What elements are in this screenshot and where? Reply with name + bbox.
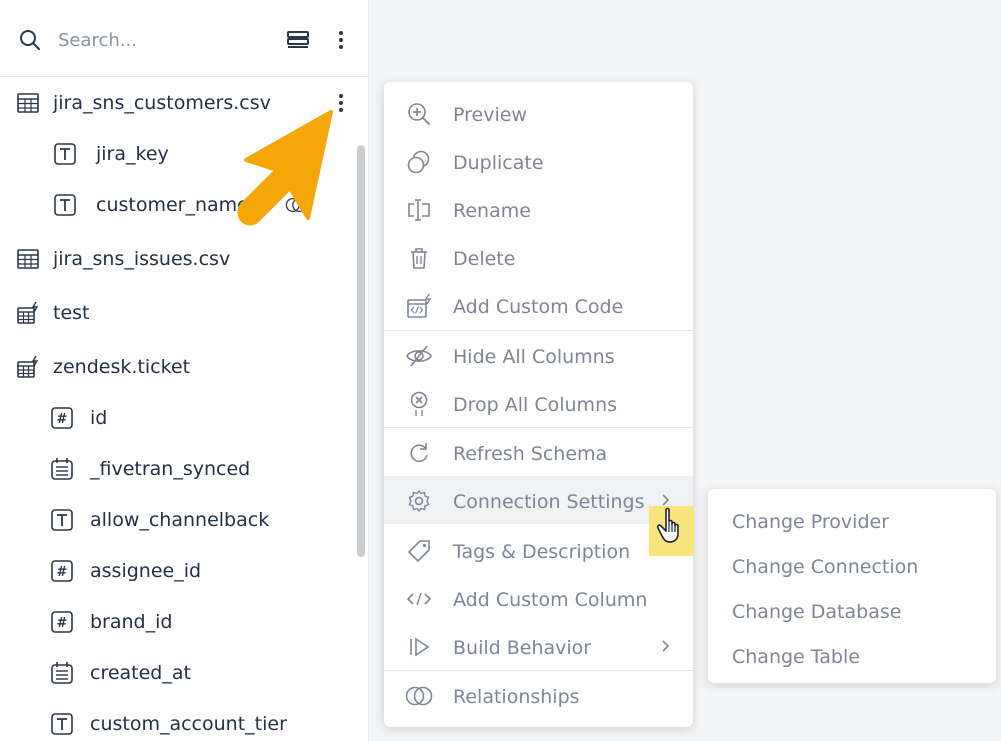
search-icon	[20, 30, 40, 50]
tree-item-label: _fivetran_synced	[90, 458, 251, 480]
number-type-icon: #	[51, 407, 73, 429]
menu-item-delete[interactable]: Delete	[384, 233, 693, 281]
menu-item-label: Drop All Columns	[453, 394, 618, 416]
tree-item-column[interactable]: # brand_id	[0, 604, 355, 640]
tree-item-column[interactable]: created_at	[0, 655, 355, 691]
datetime-type-icon	[51, 458, 73, 480]
tree-item-label: custom_account_tier	[90, 713, 287, 735]
tree-item-table[interactable]: zendesk.ticket	[0, 349, 355, 385]
submenu-item-change-database[interactable]: Change Database	[708, 585, 996, 629]
sidebar-scrollbar[interactable]	[357, 145, 365, 557]
number-type-icon: #	[51, 611, 73, 633]
tree-item-column[interactable]: allow_channelback	[0, 502, 355, 538]
refresh-icon	[410, 443, 428, 462]
tree-item-label: zendesk.ticket	[53, 356, 191, 378]
tree-item-column[interactable]: # assignee_id	[0, 553, 355, 589]
drop-icon	[410, 391, 428, 416]
menu-item-relationships[interactable]: Relationships	[384, 671, 693, 719]
connection-settings-submenu: Change Provider Change Connection Change…	[708, 489, 996, 683]
layers-icon[interactable]	[286, 28, 310, 52]
play-step-icon	[410, 637, 430, 657]
menu-item-preview[interactable]: Preview	[384, 89, 693, 137]
table-icon	[17, 249, 39, 269]
tree-item-table[interactable]: test	[0, 295, 355, 331]
menu-item-label: Hide All Columns	[453, 346, 615, 368]
menu-item-refresh-schema[interactable]: Refresh Schema	[384, 428, 693, 476]
table-icon	[17, 93, 39, 113]
text-type-icon	[54, 194, 76, 216]
menu-item-tags-description[interactable]: Tags & Description	[384, 526, 693, 574]
custom-table-icon	[17, 355, 39, 378]
text-type-icon	[51, 509, 73, 531]
tree-item-table[interactable]: jira_sns_issues.csv	[0, 241, 355, 277]
chevron-right-icon	[662, 640, 670, 652]
code-brackets-icon	[406, 592, 432, 606]
tree-item-column[interactable]: custom_account_tier	[0, 706, 355, 741]
tree-item-label: jira_sns_issues.csv	[53, 248, 231, 270]
text-type-icon	[51, 713, 73, 735]
submenu-item-label: Change Database	[732, 601, 902, 623]
menu-item-rename[interactable]: Rename	[384, 185, 693, 233]
menu-item-label: Duplicate	[453, 152, 544, 174]
gear-icon	[408, 489, 430, 513]
tree-item-column[interactable]: _fivetran_synced	[0, 451, 355, 487]
menu-item-add-custom-column[interactable]: Add Custom Column	[384, 574, 693, 622]
rename-icon	[408, 199, 430, 221]
tree-item-label: assignee_id	[90, 560, 202, 582]
tree-item-label: created_at	[90, 662, 191, 684]
annotation-arrow-icon	[237, 110, 333, 226]
svg-text:#: #	[57, 616, 68, 631]
menu-item-drop-all-columns[interactable]: Drop All Columns	[384, 379, 693, 427]
tree-item-label: customer_name	[96, 194, 249, 216]
eye-off-icon	[406, 345, 432, 367]
tree-item-label: id	[90, 407, 108, 429]
number-type-icon: #	[51, 560, 73, 582]
submenu-item-change-table[interactable]: Change Table	[708, 630, 996, 674]
custom-table-icon	[17, 301, 39, 324]
hand-cursor-icon	[656, 507, 679, 543]
svg-text:#: #	[57, 412, 68, 427]
submenu-item-change-provider[interactable]: Change Provider	[708, 495, 996, 539]
more-options-icon[interactable]	[338, 31, 344, 53]
menu-item-label: Add Custom Code	[453, 296, 624, 318]
menu-item-label: Refresh Schema	[453, 443, 608, 465]
menu-item-add-custom-code[interactable]: Add Custom Code	[384, 281, 693, 329]
search-input[interactable]	[58, 26, 258, 54]
text-type-icon	[54, 143, 76, 165]
menu-item-build-behavior[interactable]: Build Behavior	[384, 622, 693, 670]
zoom-in-icon	[408, 103, 430, 125]
submenu-item-label: Change Connection	[732, 556, 919, 578]
menu-item-label: Connection Settings	[453, 491, 645, 513]
submenu-item-change-connection[interactable]: Change Connection	[708, 540, 996, 584]
trash-icon	[411, 248, 427, 269]
menu-item-hide-all-columns[interactable]: Hide All Columns	[384, 331, 693, 379]
menu-item-label: Build Behavior	[453, 637, 592, 659]
menu-item-label: Rename	[453, 200, 531, 222]
submenu-item-label: Change Table	[732, 646, 860, 668]
menu-item-label: Preview	[453, 104, 527, 126]
tree-item-column[interactable]: # id	[0, 400, 355, 436]
menu-item-connection-settings[interactable]: Connection Settings	[384, 476, 693, 524]
tree-item-label: jira_key	[96, 143, 169, 165]
datetime-type-icon	[51, 662, 73, 684]
custom-code-icon	[407, 293, 432, 318]
menu-item-label: Tags & Description	[453, 541, 631, 563]
duplicate-icon	[407, 150, 430, 174]
menu-item-label: Add Custom Column	[453, 589, 648, 611]
menu-item-label: Delete	[453, 248, 516, 270]
menu-item-label: Relationships	[453, 686, 580, 708]
context-menu: Preview Duplicate Rename Delete Add Cust…	[384, 82, 693, 727]
menu-item-duplicate[interactable]: Duplicate	[384, 137, 693, 185]
tree-item-label: allow_channelback	[90, 509, 270, 531]
relationships-icon	[405, 686, 433, 706]
tag-icon	[407, 540, 430, 563]
search-bar	[0, 0, 369, 77]
tree-item-label: brand_id	[90, 611, 173, 633]
tree-item-label: test	[53, 302, 90, 324]
svg-text:#: #	[57, 565, 68, 580]
submenu-item-label: Change Provider	[732, 511, 890, 533]
